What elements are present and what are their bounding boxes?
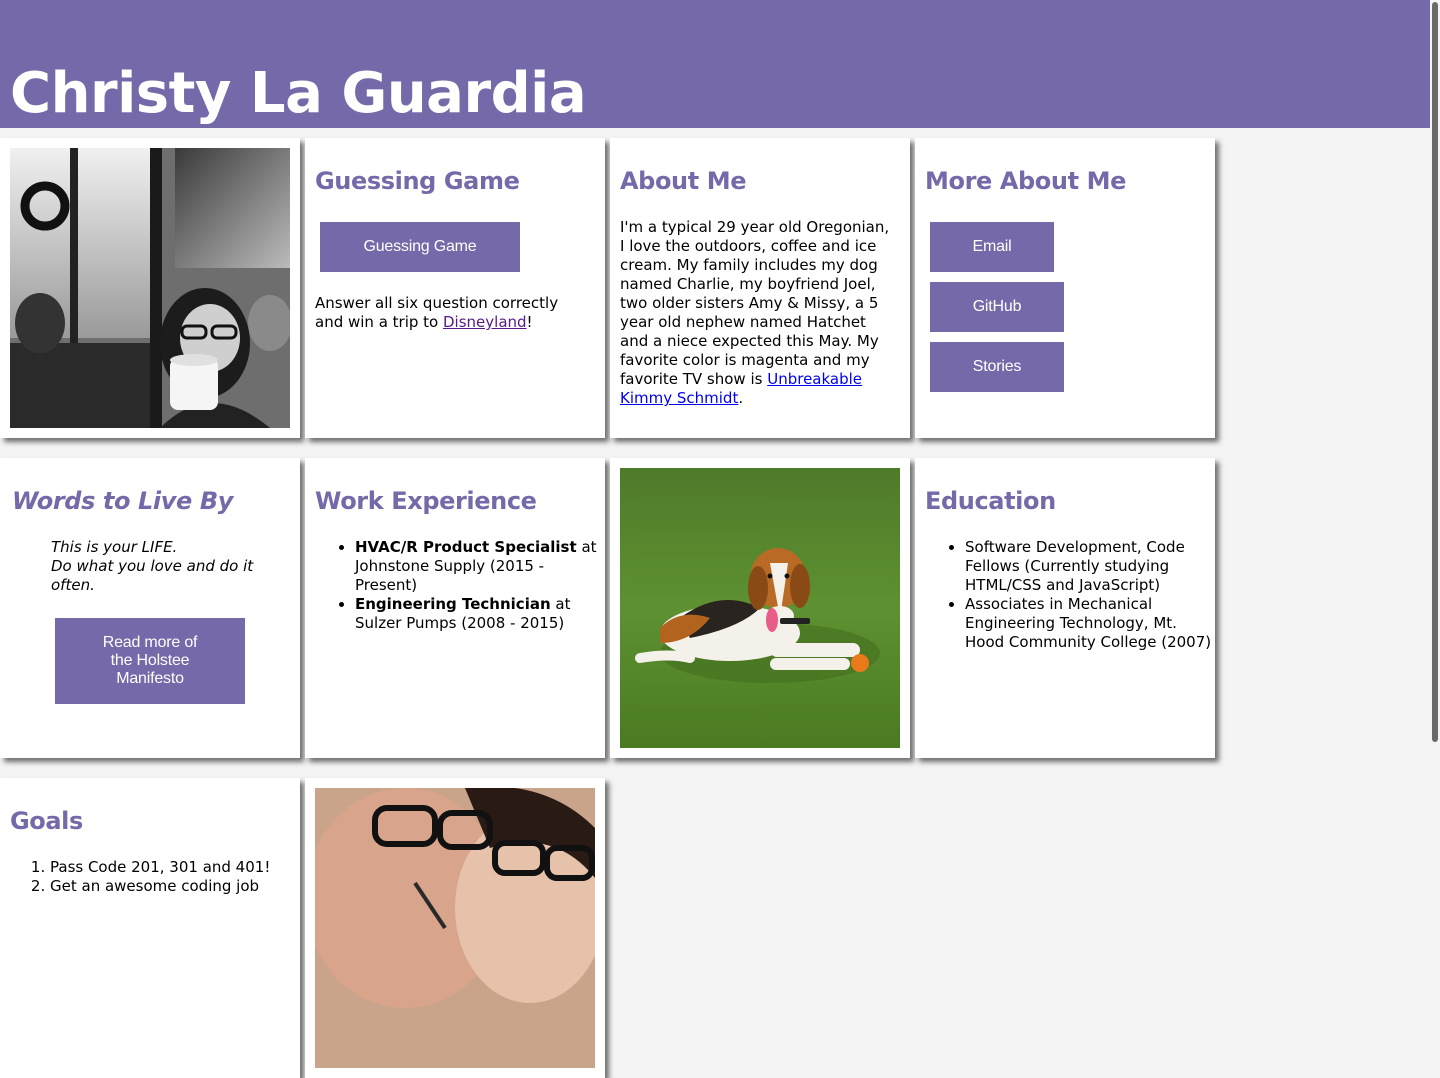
- about-me-body: I'm a typical 29 year old Oregonian, I l…: [620, 218, 890, 388]
- about-me-card: About Me I'm a typical 29 year old Orego…: [610, 138, 910, 438]
- site-header: Christy La Guardia: [0, 0, 1430, 128]
- work-heading: Work Experience: [315, 487, 537, 515]
- quote-line-1: This is your LIFE.: [51, 538, 178, 556]
- email-button[interactable]: Email: [930, 222, 1054, 272]
- guessing-game-heading: Guessing Game: [315, 167, 520, 195]
- stories-button[interactable]: Stories: [930, 342, 1064, 392]
- education-item: Associates in Mechanical Engineering Tec…: [965, 595, 1215, 652]
- words-to-live-by-card: Words to Live By This is your LIFE. Do w…: [0, 458, 300, 758]
- goal-item: Pass Code 201, 301 and 401!: [50, 858, 300, 877]
- work-item: HVAC/R Product Specialist at Johnstone S…: [355, 538, 605, 595]
- education-heading: Education: [925, 487, 1056, 515]
- words-heading: Words to Live By: [12, 487, 233, 515]
- work-list: HVAC/R Product Specialist at Johnstone S…: [315, 538, 605, 633]
- profile-photo-card: [0, 138, 300, 438]
- holstee-quote: This is your LIFE. Do what you love and …: [51, 538, 261, 595]
- goals-list: Pass Code 201, 301 and 401! Get an aweso…: [10, 858, 300, 896]
- work-experience-card: Work Experience HVAC/R Product Specialis…: [305, 458, 605, 758]
- goal-item: Get an awesome coding job: [50, 877, 300, 896]
- goals-card: Goals Pass Code 201, 301 and 401! Get an…: [0, 778, 300, 1078]
- work-role: HVAC/R Product Specialist: [355, 538, 577, 556]
- more-about-me-card: More About Me Email GitHub Stories: [915, 138, 1215, 438]
- work-role: Engineering Technician: [355, 595, 551, 613]
- work-item: Engineering Technician at Sulzer Pumps (…: [355, 595, 605, 633]
- guessing-game-button[interactable]: Guessing Game: [320, 222, 520, 272]
- education-card: Education Software Development, Code Fel…: [915, 458, 1215, 758]
- guessing-game-text-end: !: [526, 313, 533, 331]
- about-me-heading: About Me: [620, 167, 747, 195]
- dog-photo-card: [610, 458, 910, 758]
- disneyland-link[interactable]: Disneyland: [443, 313, 527, 331]
- about-me-body-end: .: [738, 389, 744, 407]
- dog-photo: [620, 468, 900, 748]
- scrollbar-thumb[interactable]: [1432, 2, 1438, 742]
- education-list: Software Development, Code Fellows (Curr…: [925, 538, 1215, 652]
- page-title: Christy La Guardia: [10, 61, 587, 126]
- profile-photo: [10, 148, 290, 428]
- guessing-game-description: Answer all six question correctly and wi…: [315, 294, 585, 332]
- couple-photo: [315, 788, 595, 1068]
- quote-line-2: Do what you love and do it often.: [51, 557, 254, 594]
- about-me-text: I'm a typical 29 year old Oregonian, I l…: [620, 218, 896, 408]
- couple-photo-card: [305, 778, 605, 1078]
- more-about-me-heading: More About Me: [925, 167, 1126, 195]
- holstee-manifesto-button[interactable]: Read more of the Holstee Manifesto: [55, 618, 245, 704]
- github-button[interactable]: GitHub: [930, 282, 1064, 332]
- education-item: Software Development, Code Fellows (Curr…: [965, 538, 1215, 595]
- goals-heading: Goals: [10, 807, 83, 835]
- guessing-game-card: Guessing Game Guessing Game Answer all s…: [305, 138, 605, 438]
